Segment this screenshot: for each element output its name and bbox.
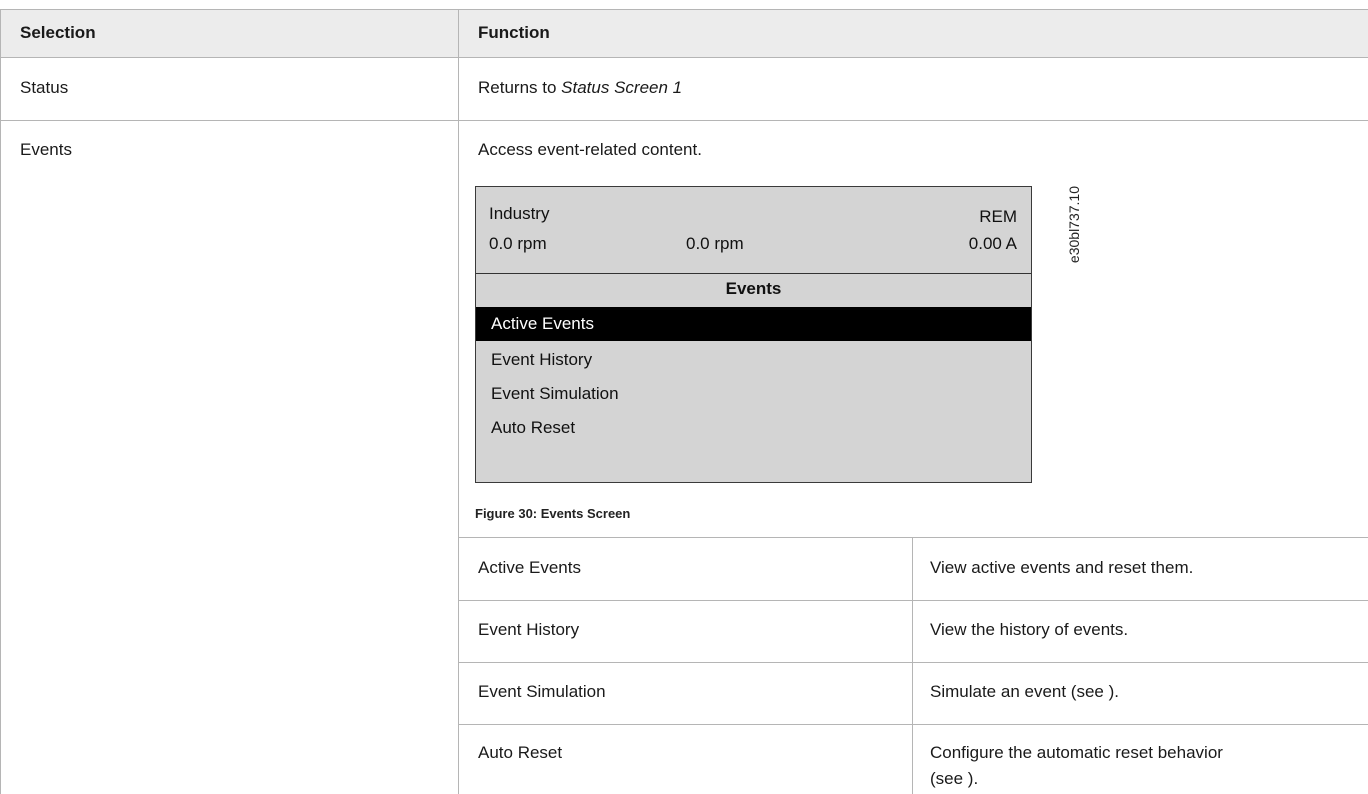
subtable-desc: Simulate an event (see ). (930, 682, 1119, 701)
display-readout-center: 0.0 rpm (686, 234, 744, 253)
header-function: Function (478, 23, 550, 42)
display-menu-item-label: Active Events (491, 314, 594, 333)
subtable-desc-line: (see ). (930, 769, 979, 788)
figure-id: e30bl737.10 (1066, 186, 1082, 264)
function-text: Returns to (478, 78, 562, 97)
subtable-desc: View the history of events. (930, 620, 1129, 639)
display-title-right: REM (979, 207, 1017, 226)
display-menu-title: Events (725, 279, 782, 298)
header-divider (0, 57, 1368, 58)
status-screen-reference: Status Screen 1 (561, 78, 683, 97)
display-title-left: Industry (489, 204, 550, 223)
table-top-border (0, 9, 1368, 10)
function-table: Selection Function Status Returns to Sta… (0, 0, 1368, 794)
display-menu-item: Event Simulation (491, 384, 619, 403)
header-selection: Selection (20, 23, 96, 42)
display-menu-item-selected: Active Events (476, 307, 1031, 341)
row-status-function: Returns to Status Screen 1 (478, 77, 682, 99)
column-divider (458, 9, 459, 794)
table-left-border (0, 9, 1, 794)
subtable-divider (458, 662, 1368, 663)
display-readout-left: 0.0 rpm (489, 234, 547, 253)
subtable-top-border (458, 537, 1368, 538)
subtable-name: Event History (478, 620, 580, 639)
table-header-row (1, 9, 1368, 57)
display-menu-item: Auto Reset (491, 418, 576, 437)
row-divider (0, 120, 1368, 121)
subtable-desc-line: Configure the automatic reset behavior (930, 743, 1223, 762)
subtable-name: Active Events (478, 558, 581, 577)
subtable-divider (458, 600, 1368, 601)
subtable-name: Auto Reset (478, 743, 563, 762)
row-events-selection: Events (20, 140, 72, 159)
display-separator (476, 273, 1031, 274)
row-events-function: Access event-related content. (478, 140, 702, 159)
figure-caption: Figure 30: Events Screen (475, 506, 631, 521)
row-status-selection: Status (20, 78, 69, 97)
display-menu-item: Event History (491, 350, 593, 369)
subtable-desc: View active events and reset them. (930, 558, 1194, 577)
subtable-column-divider (912, 537, 913, 794)
events-screen-display: Industry REM 0.0 rpm 0.0 rpm 0.00 A Even… (475, 186, 1032, 483)
subtable-divider (458, 724, 1368, 725)
display-readout-right: 0.00 A (968, 234, 1017, 253)
subtable-name: Event Simulation (478, 682, 606, 701)
